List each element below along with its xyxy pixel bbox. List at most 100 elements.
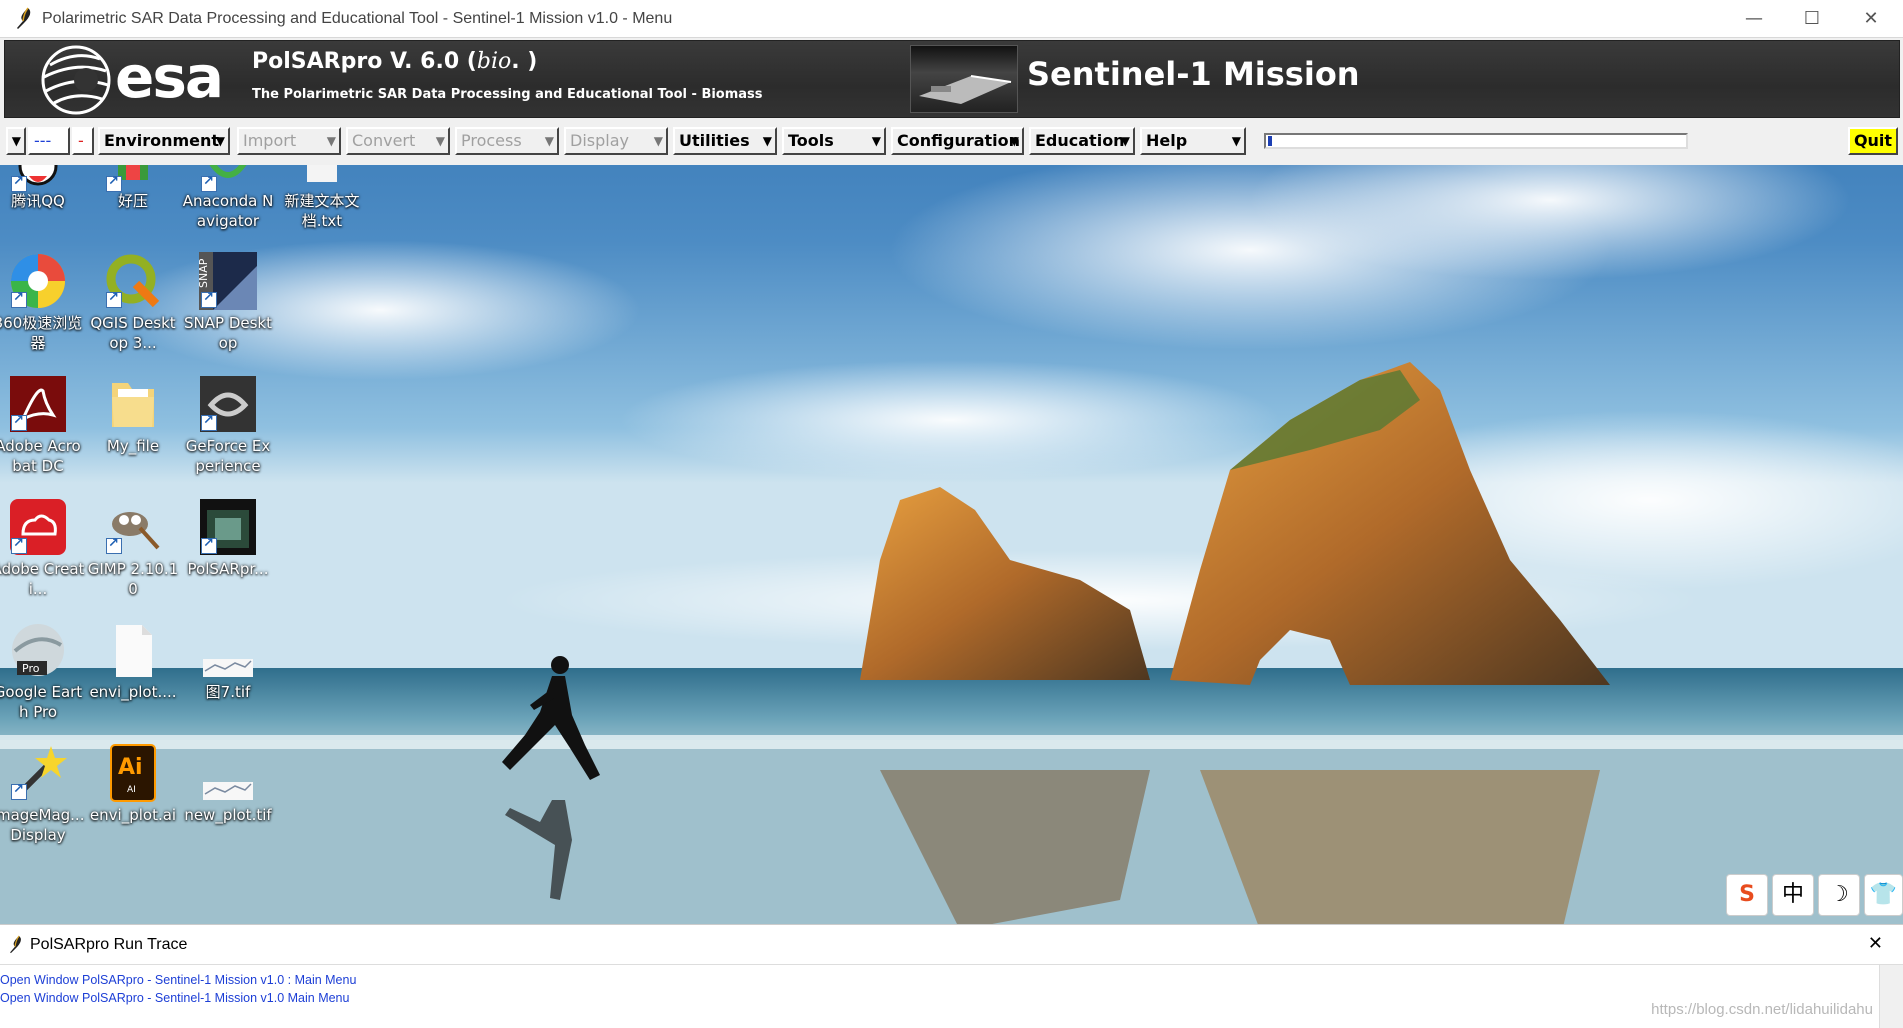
menu-tools[interactable]: Tools ▼: [782, 127, 886, 155]
menu-help[interactable]: Help ▼: [1140, 127, 1246, 155]
menu-label: Process: [461, 131, 522, 150]
desktop-icon-label: My_file: [106, 437, 160, 455]
chevron-down-icon: ▼: [1231, 134, 1241, 148]
ime-moon-button[interactable]: ☽: [1818, 874, 1860, 916]
desktop-icon-new-plot[interactable]: new_plot.tif: [181, 744, 275, 825]
menu-label: Help: [1146, 131, 1188, 150]
desktop-icon-my-file[interactable]: My_file: [86, 375, 180, 456]
desktop-icon-polsarpro[interactable]: PolSARpr...: [181, 498, 275, 579]
menu-label: Convert: [352, 131, 416, 150]
small-field[interactable]: ---: [28, 127, 70, 155]
esa-logo-text: esa: [115, 43, 224, 111]
menu-label: Education: [1035, 131, 1125, 150]
run-trace-scrollbar[interactable]: [1879, 965, 1903, 1028]
desktop-icon-label: 新建文本文档.txt: [284, 192, 360, 230]
small-dropdown-button[interactable]: ▼: [6, 127, 26, 155]
progress-bar: [1264, 133, 1688, 149]
desktop-icon-snap[interactable]: SNAP SNAP Desktop: [181, 252, 275, 353]
desktop-icon-figure7[interactable]: 图7.tif: [181, 621, 275, 702]
menu-label: Configuration: [897, 131, 1021, 150]
run-trace-log: Open Window PolSARpro - Sentinel-1 Missi…: [0, 965, 1903, 1007]
desktop-icon-text-file[interactable]: 新建文本文档.txt: [275, 158, 369, 231]
run-trace-close-button[interactable]: ✕: [1868, 933, 1883, 954]
menu-utilities[interactable]: Utilities ▼: [673, 127, 777, 155]
menu-environment[interactable]: Environment ▼: [98, 127, 230, 155]
app-subtitle: The Polarimetric SAR Data Processing and…: [252, 87, 763, 102]
menu-bar: ▼ --- - Environment ▼ Import ▼ Convert ▼ Pr…: [0, 124, 1903, 158]
polsarpro-icon: [199, 498, 257, 556]
tif-file-icon: [199, 621, 257, 679]
desktop-icon-label: Anaconda Navigator: [182, 192, 274, 230]
run-trace-title-bar: PolSARpro Run Trace ✕: [0, 925, 1903, 965]
menu-process[interactable]: Process ▼: [455, 127, 559, 155]
desktop-icon-acrobat[interactable]: Adobe Acrobat DC: [0, 375, 85, 476]
desktop-icon-creative-cloud[interactable]: Adobe Creati...: [0, 498, 85, 599]
desktop-icon-label: new_plot.tif: [184, 806, 272, 824]
chevron-down-icon: ▼: [544, 134, 554, 148]
ime-language-button[interactable]: 中: [1772, 874, 1814, 916]
maximize-button[interactable]: ☐: [1783, 0, 1841, 38]
chevron-down-icon: ▼: [871, 134, 881, 148]
desktop-icon-label: SNAP Desktop: [184, 314, 272, 352]
desktop-icon-label: 腾讯QQ: [11, 192, 65, 210]
menu-education[interactable]: Education ▼: [1029, 127, 1135, 155]
gimp-icon: [104, 498, 162, 556]
desktop-icon-qgis[interactable]: QGIS Desktop 3...: [86, 252, 180, 353]
desktop-icon-google-earth[interactable]: Pro Google Earth Pro: [0, 621, 85, 722]
tif-file-icon: [199, 744, 257, 802]
ime-skin-button[interactable]: 👕: [1864, 874, 1903, 916]
menu-display[interactable]: Display ▼: [564, 127, 668, 155]
browser-360-icon: [9, 252, 67, 310]
menu-import[interactable]: Import ▼: [237, 127, 341, 155]
app-name-main: PolSARpro V. 6.0 (: [252, 49, 477, 74]
window-title: Polarimetric SAR Data Processing and Edu…: [42, 9, 673, 27]
desktop-icon-envi-plot-ai[interactable]: Ai AI envi_plot.ai: [86, 744, 180, 825]
mission-title: Sentinel-1 Mission: [1027, 55, 1360, 93]
folder-icon: [104, 375, 162, 433]
desktop-icon-label: envi_plot....: [89, 683, 177, 701]
app-name-end: . ): [511, 49, 538, 74]
desktop-icon-label: PolSARpr...: [187, 560, 269, 578]
chevron-down-icon: ▼: [653, 134, 663, 148]
menu-label: Display: [570, 131, 629, 150]
qgis-icon: [104, 252, 162, 310]
menu-label: Utilities: [679, 131, 750, 150]
menu-label: Environment: [104, 131, 220, 150]
app-name: PolSARpro V. 6.0 (bio. ): [252, 49, 537, 74]
small-dash-button[interactable]: -: [72, 127, 94, 155]
desktop-icon-geforce[interactable]: GeForce Experience: [181, 375, 275, 476]
desktop-icon-haozip[interactable]: 好压: [86, 158, 180, 211]
imagemagick-icon: [9, 744, 67, 802]
desktop-icon-label: 图7.tif: [205, 683, 251, 701]
title-bar: Polarimetric SAR Data Processing and Edu…: [0, 0, 1903, 38]
desktop-icon-label: Adobe Acrobat DC: [0, 437, 81, 475]
desktop-icon-label: Google Earth Pro: [0, 683, 83, 721]
chevron-down-icon: ▼: [1009, 134, 1019, 148]
desktop-icon-imagemagick[interactable]: ImageMag... Display: [0, 744, 85, 845]
watermark: https://blog.csdn.net/lidahuilidahu: [1651, 1001, 1873, 1018]
desktop-icon-qq[interactable]: 腾讯QQ: [0, 146, 85, 211]
desktop-icon-envi-plot[interactable]: envi_plot....: [86, 621, 180, 702]
run-trace-title: PolSARpro Run Trace: [30, 935, 188, 953]
desktop-icon-360-browser[interactable]: 360极速浏览器: [0, 252, 85, 353]
desktop-icon-anaconda[interactable]: Anaconda Navigator: [181, 158, 275, 231]
chevron-down-icon: ▼: [435, 134, 445, 148]
menu-configuration[interactable]: Configuration ▼: [891, 127, 1024, 155]
log-line: Open Window PolSARpro - Sentinel-1 Missi…: [0, 973, 357, 987]
desktop-icon-label: GeForce Experience: [185, 437, 271, 475]
svg-text:SNAP: SNAP: [199, 258, 210, 288]
satellite-image: [910, 45, 1018, 113]
run-trace-window: PolSARpro Run Trace ✕ Open Window PolSAR…: [0, 924, 1903, 1028]
chevron-down-icon: ▼: [215, 134, 225, 148]
ime-sogou-button[interactable]: S: [1726, 874, 1768, 916]
quit-button[interactable]: Quit: [1848, 127, 1898, 155]
desktop-icon-label: GIMP 2.10.10: [87, 560, 179, 598]
polsarpro-main-window: Polarimetric SAR Data Processing and Edu…: [0, 0, 1903, 165]
close-button[interactable]: ✕: [1842, 0, 1900, 38]
menu-convert[interactable]: Convert ▼: [346, 127, 450, 155]
desktop-icon-label: Adobe Creati...: [0, 560, 85, 598]
progress-fill: [1268, 136, 1272, 146]
illustrator-icon: Ai AI: [104, 744, 162, 802]
desktop-icon-gimp[interactable]: GIMP 2.10.10: [86, 498, 180, 599]
minimize-button[interactable]: —: [1725, 0, 1783, 38]
